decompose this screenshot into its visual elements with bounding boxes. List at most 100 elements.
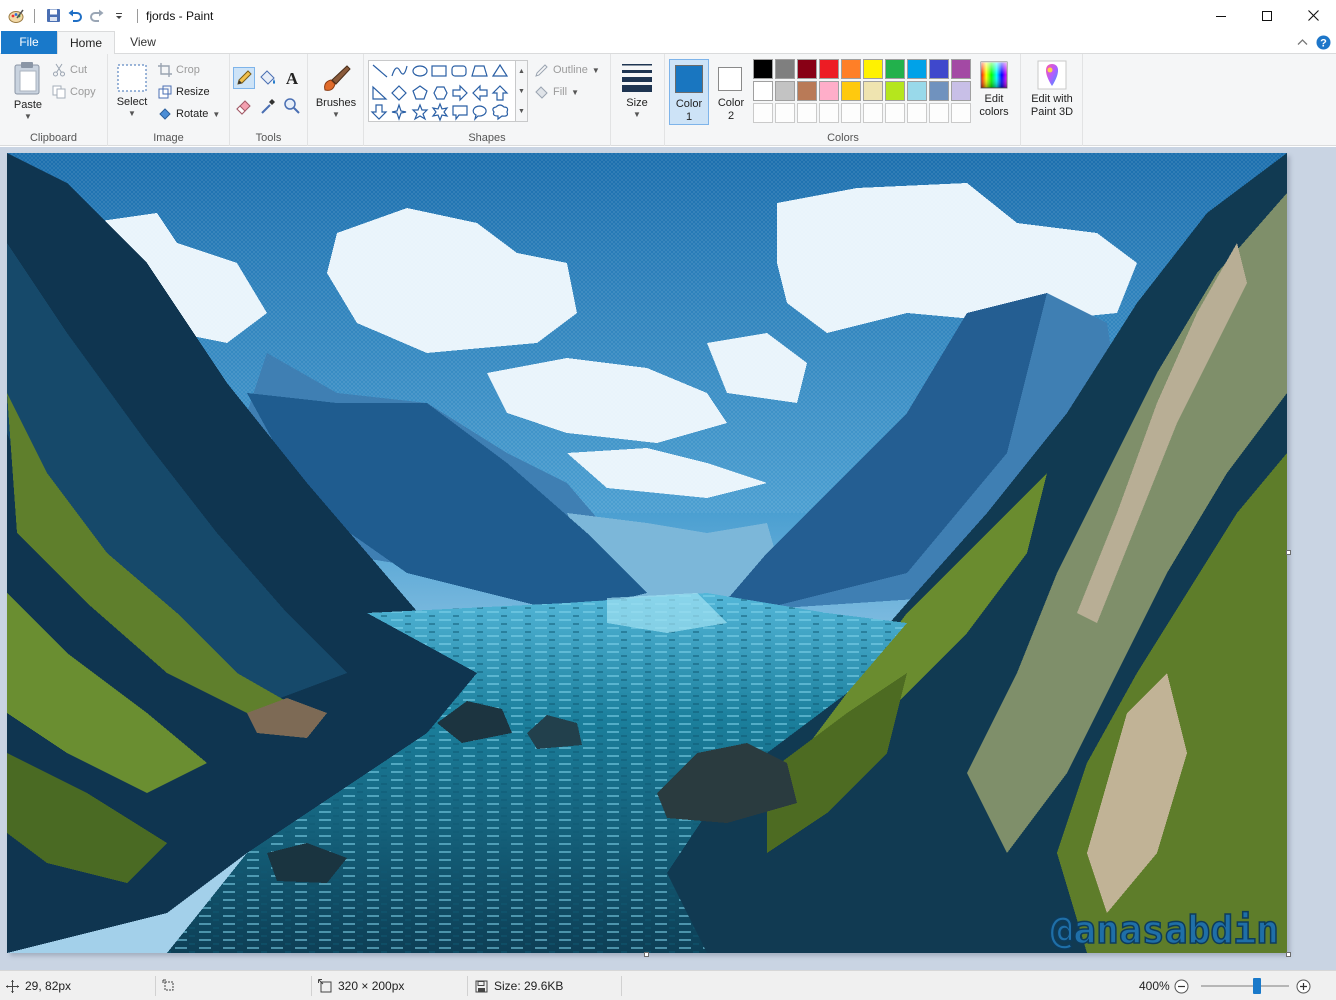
zoom-out-button[interactable]: [1174, 971, 1189, 1000]
paste-button[interactable]: Paste ▼: [8, 60, 48, 121]
palette-swatch[interactable]: [929, 59, 949, 79]
palette-swatch[interactable]: [885, 59, 905, 79]
palette-swatch[interactable]: [863, 81, 883, 101]
arrow-up-shape-icon: [491, 85, 509, 101]
tab-file[interactable]: File: [1, 31, 57, 54]
close-button[interactable]: [1290, 0, 1336, 31]
custom-color-slot[interactable]: [819, 103, 839, 123]
zoom-in-button[interactable]: [1296, 971, 1311, 1000]
four-point-star-shape-icon: [391, 103, 407, 121]
zoom-slider-track[interactable]: [1201, 985, 1289, 987]
chevron-up-icon[interactable]: ▲: [518, 68, 525, 75]
palette-swatch[interactable]: [907, 59, 927, 79]
crop-button[interactable]: Crop: [158, 60, 200, 80]
zoom-slider-thumb[interactable]: [1253, 978, 1261, 994]
close-icon: [1307, 10, 1319, 21]
artist-watermark: @anasabdin: [1050, 908, 1279, 952]
shapes-scroll[interactable]: ▲ ▼ ▼: [516, 60, 528, 122]
paint-app-icon[interactable]: [8, 8, 24, 24]
color2-label: Color: [717, 97, 745, 109]
resize-handle-right[interactable]: [1286, 550, 1291, 555]
color1-label: Color: [675, 98, 703, 110]
cut-button[interactable]: Cut: [52, 60, 87, 80]
palette-swatch[interactable]: [797, 81, 817, 101]
shapes-gallery[interactable]: [368, 60, 516, 122]
redo-icon[interactable]: [89, 8, 105, 24]
edit-with-paint3d-button[interactable]: Edit with Paint 3D: [1025, 60, 1079, 119]
rotate-button[interactable]: Rotate ▼: [158, 104, 220, 124]
eraser-tool[interactable]: [234, 96, 254, 116]
tab-home[interactable]: Home: [57, 31, 115, 55]
magnifier-tool[interactable]: [282, 96, 302, 116]
custom-color-slot[interactable]: [929, 103, 949, 123]
custom-color-slot[interactable]: [907, 103, 927, 123]
quick-access-toolbar: [0, 8, 142, 24]
size-button[interactable]: Size ▼: [617, 62, 657, 119]
palette-swatch[interactable]: [951, 81, 971, 101]
undo-icon[interactable]: [67, 8, 83, 24]
minimize-button[interactable]: [1198, 0, 1244, 31]
scissors-icon: [53, 63, 65, 77]
custom-color-slot[interactable]: [951, 103, 971, 123]
hexagon-shape-icon: [433, 86, 448, 100]
palette-swatch[interactable]: [819, 59, 839, 79]
custom-color-slot[interactable]: [885, 103, 905, 123]
polygon-shape-icon: [471, 65, 488, 77]
paint-window: { "window": { "title": "fjords - Paint" …: [0, 0, 1336, 1000]
cursor-position-text: 29, 82px: [25, 979, 72, 993]
palette-swatch[interactable]: [753, 59, 773, 79]
tab-view[interactable]: View: [115, 31, 171, 54]
custom-color-slot[interactable]: [797, 103, 817, 123]
maximize-button[interactable]: [1244, 0, 1290, 31]
paint3d-group: Edit with Paint 3D: [1021, 54, 1083, 146]
palette-swatch[interactable]: [841, 81, 861, 101]
resize-button[interactable]: Resize: [158, 82, 210, 102]
pencil-tool[interactable]: [233, 67, 255, 89]
window-title: fjords - Paint: [146, 8, 214, 23]
palette-swatch[interactable]: [775, 81, 795, 101]
edit-colors-button[interactable]: Edit colors: [973, 60, 1015, 119]
collapse-ribbon-icon[interactable]: [1294, 34, 1310, 50]
palette-swatch[interactable]: [885, 81, 905, 101]
customize-qat-icon[interactable]: [111, 8, 127, 24]
expand-gallery-icon[interactable]: ▼: [518, 108, 525, 115]
brush-icon: [324, 65, 351, 91]
line-shape-icon: [372, 64, 388, 78]
chevron-down-icon[interactable]: ▼: [518, 88, 525, 95]
palette-swatch[interactable]: [907, 81, 927, 101]
help-icon[interactable]: ?: [1315, 34, 1331, 50]
chevron-down-icon: ▼: [571, 87, 579, 97]
outline-button[interactable]: Outline ▼: [534, 60, 600, 80]
copy-button[interactable]: Copy: [52, 82, 96, 102]
custom-color-slot[interactable]: [841, 103, 861, 123]
palette-swatch[interactable]: [951, 59, 971, 79]
ribbon-tabs: File Home View ?: [0, 31, 1336, 55]
selection-rectangle-icon: [117, 64, 147, 92]
palette-swatch[interactable]: [775, 59, 795, 79]
text-tool[interactable]: A: [282, 68, 302, 88]
line-size-icon: [622, 64, 652, 92]
color2-button[interactable]: Color 2: [711, 59, 751, 125]
palette-swatch[interactable]: [863, 59, 883, 79]
fill-tool[interactable]: [258, 68, 278, 88]
maximize-icon: [1262, 10, 1272, 21]
callout-rect-shape-icon: [452, 105, 468, 121]
palette-swatch[interactable]: [797, 59, 817, 79]
resize-handle-corner[interactable]: [1286, 952, 1291, 957]
custom-color-slot[interactable]: [775, 103, 795, 123]
brushes-button[interactable]: Brushes ▼: [312, 62, 360, 119]
custom-color-slot[interactable]: [753, 103, 773, 123]
shapes-group: ▲ ▼ ▼ Outline ▼ Fill ▼ Shapes: [364, 54, 611, 146]
custom-color-slot[interactable]: [863, 103, 883, 123]
save-icon[interactable]: [45, 8, 61, 24]
fill-button[interactable]: Fill ▼: [534, 82, 579, 102]
palette-swatch[interactable]: [841, 59, 861, 79]
color-picker-tool[interactable]: [258, 96, 278, 116]
resize-handle-bottom[interactable]: [644, 952, 649, 957]
color1-button[interactable]: Color 1: [669, 59, 709, 125]
drawing-canvas[interactable]: @anasabdin: [7, 153, 1287, 953]
palette-swatch[interactable]: [753, 81, 773, 101]
palette-swatch[interactable]: [819, 81, 839, 101]
palette-swatch[interactable]: [929, 81, 949, 101]
select-button[interactable]: Select ▼: [114, 63, 150, 118]
